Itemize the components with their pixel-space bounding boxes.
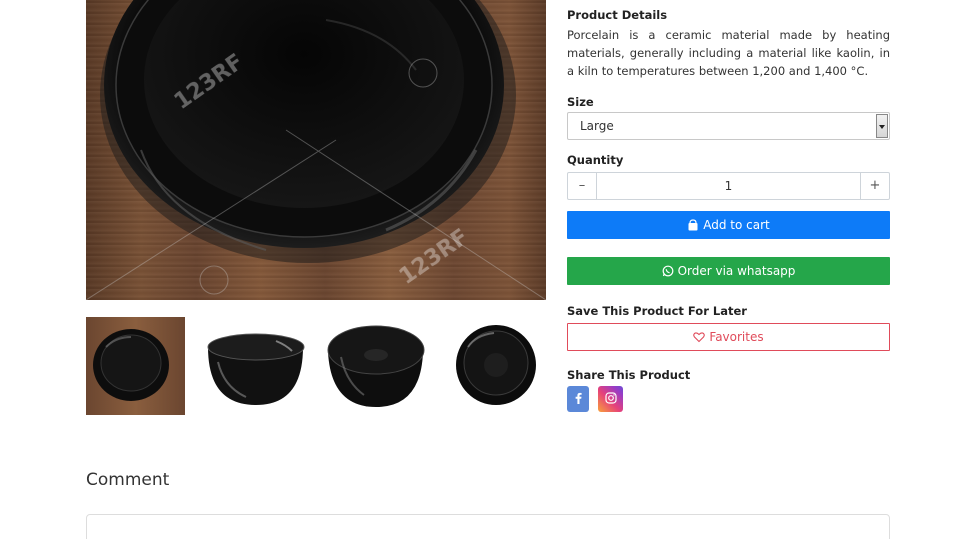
instagram-share-button[interactable] [598,386,623,412]
comment-input[interactable] [86,514,890,539]
quantity-input[interactable]: 1 [597,173,860,199]
size-select[interactable]: Large [567,112,890,140]
thumbnail-gallery [86,317,546,415]
thumbnail-3[interactable] [326,317,425,415]
facebook-share-button[interactable] [567,386,589,412]
heart-icon [693,331,706,343]
product-details-title: Product Details [567,8,668,22]
quantity-stepper: – 1 + [567,172,890,200]
instagram-icon [604,391,617,407]
quantity-plus-button[interactable]: + [860,173,889,199]
thumbnail-1[interactable] [86,317,185,415]
shopping-bag-icon [687,219,699,231]
size-selected-value: Large [580,119,614,133]
save-for-later-label: Save This Product For Later [567,304,747,318]
favorites-button[interactable]: Favorites [567,323,890,351]
thumbnail-4[interactable] [446,317,545,415]
share-product-label: Share This Product [567,368,691,382]
main-product-image: 123RF 123RF [86,0,546,300]
favorites-label: Favorites [709,330,764,344]
whatsapp-icon [662,265,674,277]
add-to-cart-button[interactable]: Add to cart [567,211,890,239]
thumbnail-2[interactable] [206,317,305,415]
order-whatsapp-label: Order via whatsapp [677,264,796,278]
facebook-icon [574,392,582,407]
product-description: Porcelain is a ceramic material made by … [567,28,890,78]
add-to-cart-label: Add to cart [703,218,770,232]
order-whatsapp-button[interactable]: Order via whatsapp [567,257,890,285]
comment-title: Comment [86,470,170,490]
quantity-minus-button[interactable]: – [568,173,597,199]
chevron-down-icon[interactable] [876,114,888,138]
size-label: Size [567,95,594,109]
quantity-label: Quantity [567,153,624,167]
